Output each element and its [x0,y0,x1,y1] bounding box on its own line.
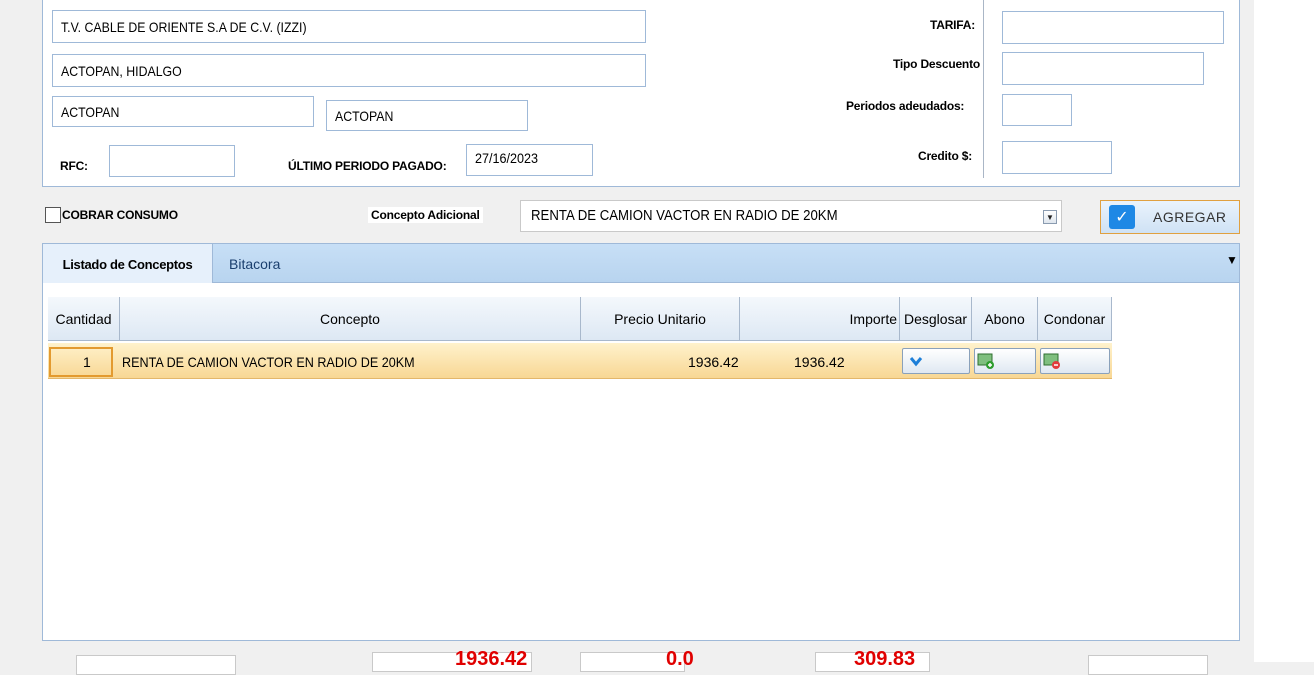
iva-value: 309.83 [854,648,916,670]
municipio-value: ACTOPAN [61,103,120,120]
cell-concepto: RENTA DE CAMION VACTOR EN RADIO DE 20KM [122,354,415,370]
abono-button[interactable] [974,348,1036,374]
rfc-field[interactable] [109,145,235,177]
tipo-descuento-field[interactable] [1002,52,1204,85]
tab-bitacora[interactable]: Bitacora [229,256,280,272]
concepto-adicional-label: Concepto Adicional [368,207,483,223]
cell-importe: 1936.42 [794,354,845,370]
tarifa-label: TARIFA: [930,18,976,32]
credito-field[interactable] [1002,141,1112,174]
tab-listado-conceptos[interactable]: Listado de Conceptos [43,244,213,284]
header-desglosar[interactable]: Desglosar [900,297,972,341]
condonar-remove-icon [1043,353,1060,369]
subtotal-value: 1936.42 [455,648,528,670]
tipo-descuento-label: Tipo Descuento [893,57,980,71]
total-a-pagar-box [1088,655,1208,675]
localidad-value: ACTOPAN [335,107,394,124]
header-importe[interactable]: Importe [740,297,900,341]
right-margin [1254,0,1314,662]
panel-divider [983,0,984,178]
agregar-label: AGREGAR [1153,209,1227,225]
cobrar-consumo-checkbox[interactable] [45,207,61,223]
ultimo-periodo-label: ÚLTIMO PERIODO PAGADO: [288,159,447,173]
periodos-adeudados-field[interactable] [1002,94,1072,126]
pagar-hasta-periodo-box [76,655,236,675]
empresa-field[interactable]: T.V. CABLE DE ORIENTE S.A DE C.V. (IZZI) [52,10,646,43]
tab-menu-arrow-icon[interactable]: ▼ [1226,253,1238,267]
header-concepto[interactable]: Concepto [120,297,581,341]
localidad-field[interactable]: ACTOPAN [326,100,528,131]
direccion-value: ACTOPAN, HIDALGO [61,62,182,79]
concepto-adicional-select[interactable]: RENTA DE CAMION VACTOR EN RADIO DE 20KM … [520,200,1062,232]
condonar-button[interactable] [1040,348,1110,374]
check-icon: ✓ [1109,205,1135,229]
tarifa-field[interactable] [1002,11,1224,44]
cell-precio-unitario: 1936.42 [688,354,739,370]
empresa-value: T.V. CABLE DE ORIENTE S.A DE C.V. (IZZI) [61,18,307,35]
municipio-field[interactable]: ACTOPAN [52,96,314,127]
direccion-field[interactable]: ACTOPAN, HIDALGO [52,54,646,87]
chevron-down-icon [909,357,923,367]
abono-add-icon [977,353,994,369]
cobrar-consumo-label: COBRAR CONSUMO [62,208,178,222]
agregar-button[interactable]: ✓ AGREGAR [1100,200,1240,234]
rfc-label: RFC: [60,159,88,173]
descuento-value: 0.0 [666,648,694,670]
header-cantidad[interactable]: Cantidad [48,297,120,341]
dropdown-arrow-icon[interactable]: ▼ [1043,210,1057,224]
header-condonar[interactable]: Condonar [1038,297,1112,341]
cell-cantidad: 1 [83,354,91,370]
header-abono[interactable]: Abono [972,297,1038,341]
ultimo-periodo-value: 27/16/2023 [475,150,539,166]
concepto-adicional-value: RENTA DE CAMION VACTOR EN RADIO DE 20KM [531,207,838,224]
header-precio-unitario[interactable]: Precio Unitario [581,297,740,341]
credito-label: Credito $: [918,149,973,163]
cantidad-cell-focus[interactable] [49,347,113,377]
tab-bar: Listado de Conceptos Bitacora ▼ [42,243,1240,284]
desglosar-button[interactable] [902,348,970,374]
ultimo-periodo-field[interactable]: 27/16/2023 [466,144,593,176]
periodos-adeudados-label: Periodos adeudados: [846,99,965,113]
